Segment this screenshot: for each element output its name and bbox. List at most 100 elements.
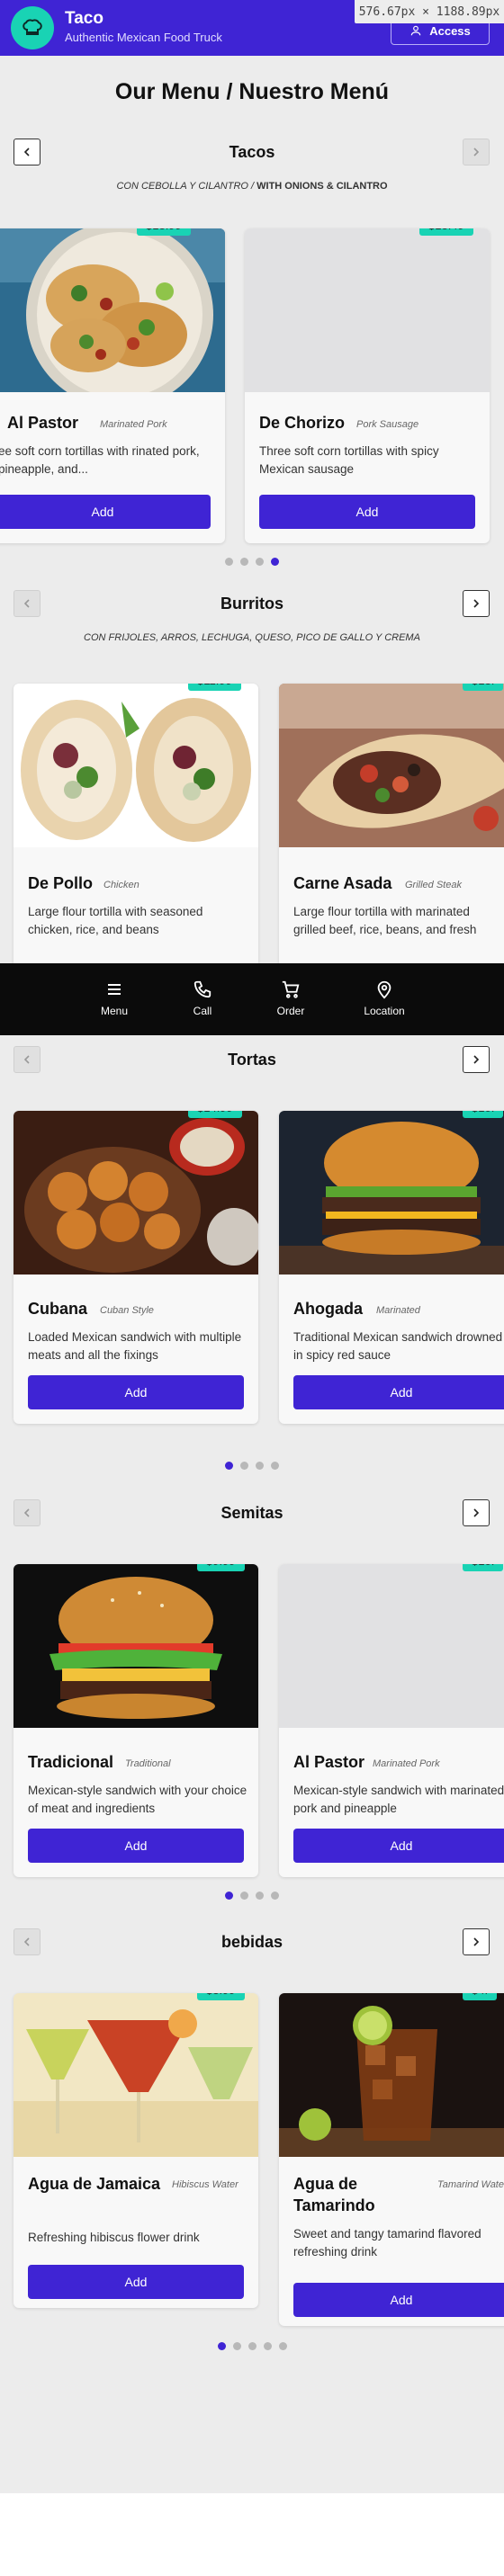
carousel-dots (0, 558, 504, 566)
item-description: Three soft corn tortillas with spicy Mex… (259, 444, 439, 476)
carousel-next-button[interactable] (463, 139, 490, 165)
item-tag: Tamarind Water (437, 2179, 504, 2190)
brand-name: Taco (65, 9, 104, 28)
section-semitas: Semitas $9.99 Tradicional Traditional (0, 1499, 504, 1922)
add-button[interactable]: Add (28, 2265, 244, 2299)
subtitle-english: WITH ONIONS & CILANTRO (256, 181, 388, 192)
add-button[interactable]: Add (293, 2283, 504, 2317)
item-name: Cubana (28, 1300, 88, 1318)
nav-order[interactable]: Order (250, 979, 331, 1017)
price-badge: $13. (463, 684, 504, 691)
price-badge: $13.49 (419, 228, 473, 236)
carousel-dot-active[interactable] (225, 1462, 233, 1470)
price-badge: $10. (463, 1111, 504, 1118)
dimension-readout: 576.67px × 1188.89px (355, 0, 504, 23)
carousel-dot-active[interactable] (217, 2342, 226, 2350)
carousel-dot[interactable] (263, 2342, 272, 2350)
carousel-dots (0, 1462, 504, 1470)
access-label: Access (429, 23, 471, 38)
burrito-steak-image (279, 684, 504, 847)
carousel-next-button[interactable] (463, 590, 490, 617)
carousel-dots (0, 2342, 504, 2350)
price-badge: $14.99 (188, 1111, 242, 1118)
carousel-dot[interactable] (225, 558, 233, 566)
carousel-dot[interactable] (240, 1892, 248, 1900)
item-tag: Pork Sausage (356, 419, 419, 430)
item-name: Ahogada (293, 1300, 364, 1318)
nav-call[interactable]: Call (162, 979, 243, 1017)
carousel-dot[interactable] (271, 1462, 279, 1470)
carousel-dot[interactable] (240, 1462, 248, 1470)
section-title: Tacos (229, 143, 275, 161)
item-tag: Hibiscus Water (172, 2179, 238, 2190)
item-image-placeholder (279, 1564, 504, 1728)
item-description: ee soft corn tortillas with rinated pork… (0, 444, 200, 476)
hamburger-menu-icon (108, 984, 121, 995)
carousel-dot-active[interactable] (271, 558, 279, 566)
menu-card[interactable]: $3.99 Agua de Jamaica Hibiscus Water Ref… (14, 1993, 258, 2308)
item-name: Tradicional (28, 1753, 114, 1771)
carousel-dot[interactable] (256, 558, 264, 566)
carousel-dot[interactable] (232, 2342, 241, 2350)
carousel-dot[interactable] (240, 558, 248, 566)
add-button[interactable]: Add (293, 1375, 504, 1409)
subtitle-spanish: CON CEBOLLA Y CILANTRO / (116, 181, 255, 192)
menu-card[interactable]: $4. Agua de Tamarindo Tamarind Water Swe… (279, 1993, 504, 2326)
carousel-next-button[interactable] (463, 1046, 490, 1073)
user-icon (410, 25, 421, 36)
menu-card[interactable]: $11.99 De Pollo Chicken Large flour tort… (14, 684, 258, 980)
semita-burger-image (14, 1564, 258, 1728)
item-description: Sweet and tangy tamarind flavored refres… (293, 2225, 482, 2261)
carousel-next-button[interactable] (463, 1499, 490, 1526)
item-description-line: Sweet and tangy tamarind flavored (293, 2227, 482, 2241)
carousel-dot[interactable] (278, 2342, 287, 2350)
item-image-placeholder (245, 228, 490, 392)
section-title: Tortas (228, 1051, 276, 1069)
torta-cubana-image (14, 1111, 258, 1275)
menu-card[interactable]: $10. Ahogada Marinated Traditional Mexic… (279, 1111, 504, 1424)
add-button[interactable]: Add (28, 1375, 244, 1409)
add-button[interactable]: Add (28, 1829, 244, 1863)
item-description: Traditional Mexican sandwich drowned in … (293, 1330, 503, 1362)
carousel-dot[interactable] (248, 2342, 256, 2350)
agua-de-jamaica-image (14, 1993, 258, 2157)
item-description-line: Large flour tortilla with marinated (293, 905, 470, 918)
location-pin-icon (377, 980, 392, 999)
item-tag: Grilled Steak (405, 880, 462, 890)
add-button[interactable]: Add (259, 495, 475, 529)
menu-card[interactable]: $13.99 Al Pastor Marinated Pork ee soft … (0, 228, 225, 543)
section-tortas: Tortas $14.99 Cubana Cuban Style (0, 1046, 504, 1478)
carousel-dots (0, 1892, 504, 1900)
add-button[interactable]: Add (0, 495, 211, 529)
page-title: Our Menu / Nuestro Menú (114, 79, 390, 104)
add-button[interactable]: Add (293, 1829, 504, 1863)
item-description-line: refreshing drink (293, 2245, 378, 2258)
app-header: Taco Authentic Mexican Food Truck Access… (0, 0, 504, 56)
nav-location[interactable]: Location (344, 979, 425, 1017)
section-title: bebidas (220, 1933, 284, 1951)
item-description: Refreshing hibiscus flower drink (28, 2231, 200, 2244)
item-description: Mexican-style sandwich with marinated po… (293, 1784, 504, 1815)
chevron-right-icon (473, 1055, 480, 1064)
carousel-dot[interactable] (256, 1892, 264, 1900)
menu-card[interactable]: $13.49 De Chorizo Pork Sausage Three sof… (245, 228, 490, 543)
chef-hat-logo-icon[interactable] (11, 6, 54, 49)
menu-card[interactable]: $14.99 Cubana Cuban Style Loaded Mexican… (14, 1111, 258, 1424)
menu-card[interactable]: $10. Al Pastor Marinated Pork Mexican-st… (279, 1564, 504, 1877)
menu-card[interactable]: $13. Carne Asada Grilled Steak Large flo… (279, 684, 504, 980)
section-title: Semitas (220, 1504, 284, 1522)
item-description: Loaded Mexican sandwich with multiple me… (28, 1330, 242, 1362)
item-description: Large flour tortilla with marinated gril… (293, 903, 476, 939)
nav-order-label: Order (276, 1005, 305, 1017)
carousel-dot[interactable] (256, 1462, 264, 1470)
price-badge: $4. (463, 1993, 498, 2000)
page-background: Taco Authentic Mexican Food Truck Access… (0, 0, 504, 2493)
carousel-next-button[interactable] (463, 1928, 490, 1955)
nav-menu[interactable]: Menu (74, 979, 155, 1017)
section-burritos: Burritos CON FRIJOLES, ARROS, LECHUGA, Q… (0, 590, 504, 980)
carousel-dot[interactable] (271, 1892, 279, 1900)
carousel-dot-active[interactable] (225, 1892, 233, 1900)
menu-card[interactable]: $9.99 Tradicional Traditional Mexican-st… (14, 1564, 258, 1877)
section-tacos: Tacos CON CEBOLLA Y CILANTRO / WITH ONIO… (0, 139, 504, 579)
item-tag: Cuban Style (100, 1305, 154, 1316)
